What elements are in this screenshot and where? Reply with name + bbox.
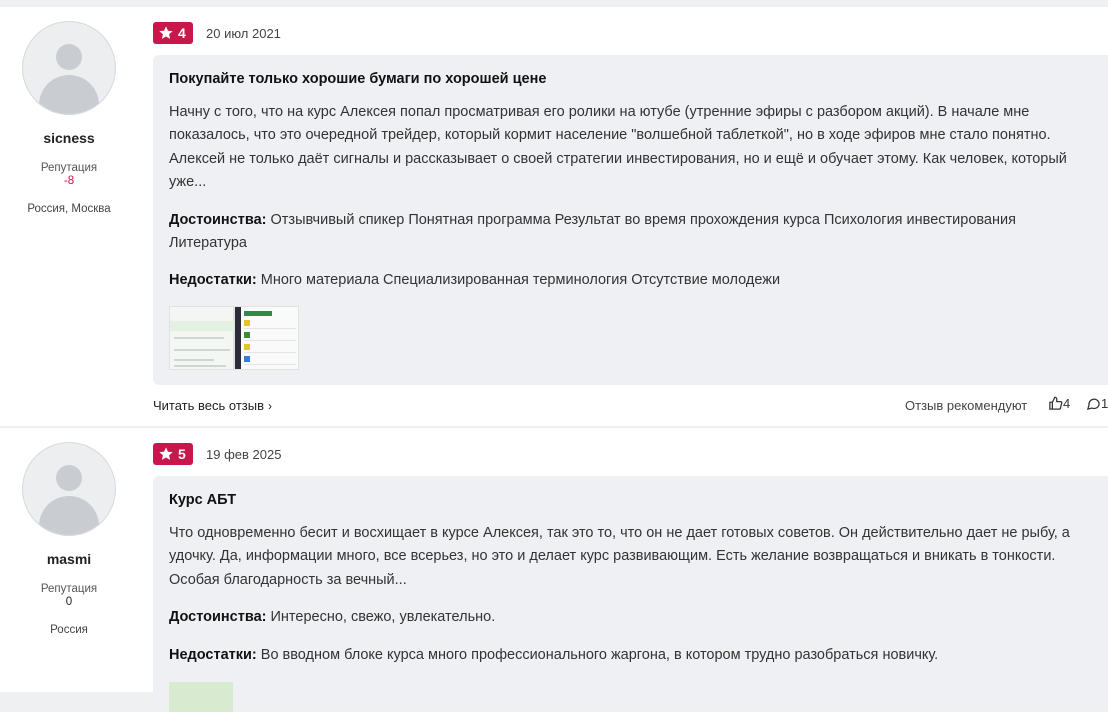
review-title[interactable]: Курс АБТ <box>169 492 236 508</box>
review-card: sicness Репутация -8 Россия, Москва 4 20… <box>0 7 1108 426</box>
chevron-right-icon: › <box>268 399 273 413</box>
review-body: Начну с того, что на курс Алексея попал … <box>169 104 1067 190</box>
reputation-value: -8 <box>63 175 75 187</box>
pros-label: Достоинства: <box>169 212 267 228</box>
review-body: Что одновременно бесит и восхищает в кур… <box>169 525 1070 588</box>
avatar-body <box>39 496 99 535</box>
comments-count: 1 <box>1101 396 1108 411</box>
review-pros: Достоинства: Отзывчивый спикер Понятная … <box>169 209 1094 256</box>
author-name[interactable]: masmi <box>0 551 138 567</box>
reputation-label: Репутация <box>40 583 98 595</box>
likes-count: 4 <box>1063 396 1071 411</box>
author-location: Россия <box>50 624 88 636</box>
avatar-head <box>56 465 82 491</box>
review-image-thumbnail[interactable] <box>169 306 235 370</box>
cons-label: Недостатки: <box>169 647 257 663</box>
pros-label: Достоинства: <box>169 609 267 625</box>
author-name[interactable]: sicness <box>0 130 138 146</box>
comment-icon <box>1086 398 1100 411</box>
like-button[interactable]: 4 <box>1048 396 1070 411</box>
review-title[interactable]: Покупайте только хорошие бумаги по хорош… <box>169 71 546 87</box>
review-cons: Недостатки: Во вводном блоке курса много… <box>169 644 1094 667</box>
review-image-thumbnail[interactable] <box>169 682 233 712</box>
review-date: 19 фев 2025 <box>206 447 282 462</box>
pros-text: Интересно, свежо, увлекательно. <box>270 609 496 625</box>
avatar[interactable] <box>22 442 116 536</box>
rating-badge: 4 <box>153 22 193 44</box>
review-date: 20 июл 2021 <box>206 26 281 41</box>
review-content: Курс АБТ Что одновременно бесит и восхищ… <box>153 476 1108 712</box>
review-pros: Достоинства: Интересно, свежо, увлекател… <box>169 606 1094 629</box>
read-more-link[interactable]: Читать весь отзыв › <box>153 398 272 413</box>
author-location: Россия, Москва <box>27 203 111 215</box>
review-card: masmi Репутация 0 Россия 5 19 фев 2025 К… <box>0 428 1108 712</box>
avatar-head <box>56 44 82 70</box>
read-more-label: Читать весь отзыв <box>153 398 265 413</box>
star-icon <box>159 447 173 460</box>
review-content: Покупайте только хорошие бумаги по хорош… <box>153 55 1108 385</box>
star-icon <box>159 26 173 39</box>
rating-value: 4 <box>178 25 186 41</box>
cons-text: Во вводном блоке курса много профессиона… <box>260 647 939 663</box>
avatar[interactable] <box>22 21 116 115</box>
recommend-label: Отзыв рекомендуют <box>905 398 1028 413</box>
thumbs-up-icon <box>1049 396 1063 410</box>
avatar-body <box>39 75 99 114</box>
review-image-thumbnail[interactable] <box>234 306 299 370</box>
cons-label: Недостатки: <box>169 272 257 288</box>
reputation-value: 0 <box>65 596 73 608</box>
review-images <box>169 306 299 370</box>
cons-text: Много материала Специализированная терми… <box>260 272 781 288</box>
reputation-label: Репутация <box>40 162 98 174</box>
comments-button[interactable]: 1 <box>1086 396 1108 411</box>
pros-text: Отзывчивый спикер Понятная программа Рез… <box>169 212 1016 252</box>
review-cons: Недостатки: Много материала Специализиро… <box>169 269 1094 292</box>
rating-badge: 5 <box>153 443 193 465</box>
rating-value: 5 <box>178 446 186 462</box>
